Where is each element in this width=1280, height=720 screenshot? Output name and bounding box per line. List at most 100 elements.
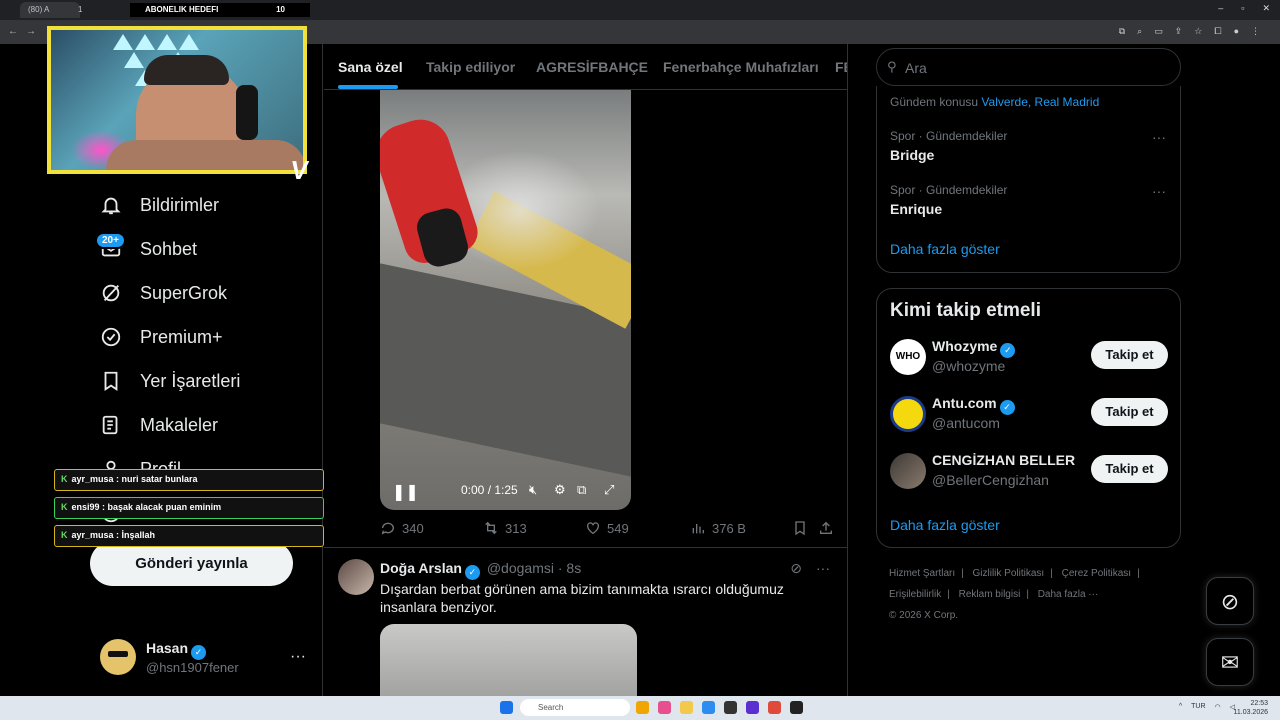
translate-icon[interactable]: ⧉	[1119, 26, 1125, 37]
tab-list[interactable]: FE	[835, 59, 847, 75]
more-options-icon[interactable]: ···	[816, 560, 830, 577]
verified-badge-icon: ✓	[1000, 343, 1016, 358]
cast-icon[interactable]: ▭	[1154, 26, 1163, 37]
fullscreen-icon[interactable]: ⤢	[604, 482, 614, 498]
views-button[interactable]: 376 B	[690, 520, 746, 536]
post-button[interactable]: Gönderi yayınla	[90, 541, 293, 586]
video-player[interactable]	[380, 90, 631, 510]
chevron-up-icon[interactable]: ^	[1179, 703, 1182, 711]
messages-icon[interactable]: ✉	[1206, 638, 1254, 686]
chat-badge: 20+	[95, 232, 126, 249]
grok-icon[interactable]: ⊘	[1206, 577, 1254, 625]
stream-chat-message: Kensi99 : başak alacak puan eminim	[54, 497, 324, 519]
author-name[interactable]: Doğa Arslan	[380, 560, 462, 576]
share-icon	[820, 521, 832, 534]
edge-icon[interactable]	[702, 701, 715, 714]
webcam-overlay	[47, 26, 307, 174]
more-options-icon[interactable]: ···	[1152, 183, 1166, 199]
follow-suggestion[interactable]: CENGİZHAN BELLER @BellerCengizhan Takip …	[890, 451, 1170, 491]
repost-button[interactable]: 313	[483, 520, 527, 536]
verified-icon	[101, 327, 121, 347]
bookmark-icon	[104, 371, 118, 391]
pause-icon[interactable]: ❚❚	[392, 482, 419, 502]
tweet-media[interactable]	[380, 624, 637, 696]
widgets-icon[interactable]	[636, 701, 649, 714]
extensions-icon[interactable]: ⧠	[1214, 26, 1221, 37]
start-icon[interactable]	[500, 701, 513, 714]
show-more-link[interactable]: Daha fazla göster	[890, 517, 1000, 533]
tab-for-you[interactable]: Sana özel	[338, 59, 403, 75]
window-controls: – ▫ ✕	[1218, 3, 1270, 14]
reply-button[interactable]: 340	[380, 520, 424, 536]
bookmark-button[interactable]	[792, 520, 808, 536]
share-button[interactable]	[818, 520, 834, 536]
tab-following[interactable]: Takip ediliyor	[426, 59, 515, 75]
star-icon[interactable]: ☆	[1194, 26, 1202, 37]
tab-list[interactable]: Fenerbahçe Muhafızları	[663, 59, 819, 75]
sidebar-item-supergrok[interactable]: SuperGrok	[100, 282, 227, 304]
footer-link[interactable]: Hizmet Şartları	[889, 568, 955, 579]
app-icon[interactable]	[746, 701, 759, 714]
sidebar-item-notifications[interactable]: Bildirimler	[100, 194, 219, 216]
verified-badge-icon: ✓	[191, 644, 207, 660]
settings-icon[interactable]: ⚙	[554, 482, 566, 498]
footer-link[interactable]: Erişilebilirlik	[889, 589, 941, 600]
chrome-icon[interactable]	[768, 701, 781, 714]
footer-link[interactable]: Çerez Politikası	[1062, 568, 1131, 579]
sidebar-item-bookmarks[interactable]: Yer İşaretleri	[100, 370, 240, 392]
profile-icon[interactable]: ●	[1234, 26, 1239, 37]
trend-item[interactable]: Spor · Gündemdekiler Enrique	[890, 183, 1007, 217]
trend-topic[interactable]: Gündem konusu Valverde, Real Madrid	[890, 95, 1099, 109]
follow-button[interactable]: Takip et	[1091, 455, 1168, 483]
more-options-icon[interactable]: ···	[290, 648, 306, 666]
follow-button[interactable]: Takip et	[1091, 341, 1168, 369]
taskbar: Search ^ TUR ◠ ◁ 22:53 11.03.2026	[0, 696, 1280, 720]
menu-icon[interactable]: ⋮	[1251, 26, 1260, 37]
search-icon: ⚲	[887, 59, 897, 74]
zoom-icon[interactable]: ⌕	[1137, 26, 1142, 37]
app-icon[interactable]	[790, 701, 803, 714]
app-icon[interactable]	[658, 701, 671, 714]
minimize-icon[interactable]: –	[1218, 3, 1223, 14]
heart-icon	[587, 522, 599, 535]
clock[interactable]: 22:53 11.03.2026	[1233, 699, 1268, 717]
tab-list[interactable]: AGRESİFBAHÇE	[536, 59, 648, 75]
avatar[interactable]	[338, 559, 374, 595]
search-input[interactable]: ⚲ Ara	[876, 48, 1181, 86]
like-button[interactable]: 549	[585, 520, 629, 536]
taskbar-search[interactable]: Search	[520, 699, 630, 716]
restore-icon[interactable]: ▫	[1241, 3, 1244, 14]
close-icon[interactable]: ✕	[1262, 3, 1270, 14]
footer-link[interactable]: Daha fazla ···	[1038, 589, 1099, 600]
mute-icon[interactable]: 🔇︎	[529, 482, 537, 498]
avatar	[890, 396, 926, 432]
post-time: · 8s	[557, 560, 582, 576]
system-tray: ^ TUR ◠ ◁	[1178, 703, 1235, 711]
more-options-icon[interactable]: ···	[1152, 129, 1166, 145]
post-actions: 340 313 549 376 B	[380, 520, 840, 540]
timeline-tabs: Sana özel Takip ediliyor AGRESİFBAHÇE Fe…	[324, 44, 847, 90]
pip-icon[interactable]: ⧉	[577, 482, 586, 498]
follow-suggestion[interactable]: Antu.com ✓ @antucom Takip et	[890, 394, 1170, 434]
account-switcher[interactable]: Hasan ✓ @hsn1907fener	[100, 639, 239, 675]
wifi-icon[interactable]: ◠	[1215, 703, 1221, 711]
follow-button[interactable]: Takip et	[1091, 398, 1168, 426]
footer-link[interactable]: Gizlilik Politikası	[973, 568, 1045, 579]
trend-item[interactable]: Spor · Gündemdekiler Bridge	[890, 129, 1007, 163]
section-title: Kimi takip etmeli	[890, 300, 1041, 321]
sidebar-item-premium[interactable]: Premium+	[100, 326, 223, 348]
forward-icon[interactable]: →	[26, 26, 36, 37]
footer-link[interactable]: Reklam bilgisi	[959, 589, 1021, 600]
back-icon[interactable]: ←	[8, 26, 18, 37]
browser-tab[interactable]: 1	[70, 2, 120, 18]
share-icon[interactable]: ⇪	[1175, 26, 1183, 37]
sidebar-item-articles[interactable]: Makaleler	[100, 414, 218, 436]
show-more-link[interactable]: Daha fazla göster	[890, 241, 1000, 257]
subscription-goal-overlay: ABONELIK HEDEFI 10	[130, 3, 310, 17]
explorer-icon[interactable]	[680, 701, 693, 714]
timeline: Sana özel Takip ediliyor AGRESİFBAHÇE Fe…	[324, 44, 848, 696]
grok-icon[interactable]: ⊘	[790, 560, 802, 577]
stream-chat-message: Kayr_musa : İnşallah	[54, 525, 324, 547]
app-icon[interactable]	[724, 701, 737, 714]
follow-suggestion[interactable]: WHO Whozyme ✓ @whozyme Takip et	[890, 337, 1170, 377]
